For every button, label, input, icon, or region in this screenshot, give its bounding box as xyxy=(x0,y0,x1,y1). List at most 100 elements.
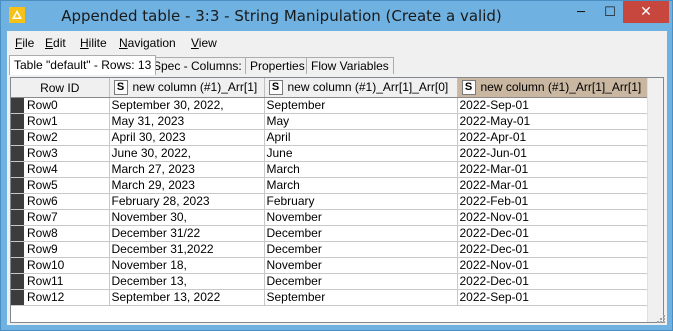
table-cell[interactable]: February 28, 2023 xyxy=(109,193,265,210)
table-cell[interactable]: December xyxy=(264,273,458,290)
row-marker xyxy=(11,258,24,273)
table-cell[interactable]: December 31,2022 xyxy=(109,241,265,258)
table-cell[interactable]: December xyxy=(264,241,458,258)
maximize-button[interactable]: ☐ xyxy=(595,1,625,23)
row-marker xyxy=(11,114,24,129)
row-marker xyxy=(11,290,24,305)
table-cell[interactable]: November xyxy=(264,209,458,226)
table-cell[interactable]: 2022-Mar-01 xyxy=(457,161,650,178)
row-marker xyxy=(11,146,24,161)
column-header-col3[interactable]: Snew column (#1)_Arr[1]_Arr[1] xyxy=(457,78,650,98)
table-row[interactable]: Row1 May 31, 2023 May 2022-May-01 xyxy=(11,113,650,130)
tab-properties[interactable]: Properties xyxy=(245,57,310,74)
column-header-row-id[interactable]: Row ID xyxy=(11,78,110,98)
table-cell[interactable]: March 27, 2023 xyxy=(109,161,265,178)
title-bar[interactable]: Appended table - 3:3 - String Manipulati… xyxy=(1,1,672,31)
table-row[interactable]: Row12 September 13, 2022 September 2022-Sep… xyxy=(11,289,650,306)
table-cell[interactable]: September xyxy=(264,97,458,114)
table-cell[interactable]: May 31, 2023 xyxy=(109,113,265,130)
window-client-area: File Edit Hilite Navigation View Table "… xyxy=(7,31,667,325)
row-id-cell: Row7 xyxy=(11,209,110,226)
menu-file[interactable]: File xyxy=(15,36,34,50)
table-cell[interactable]: 2022-Jun-01 xyxy=(457,145,650,162)
table-cell[interactable]: November xyxy=(264,257,458,274)
row-marker xyxy=(11,178,24,193)
data-table-view: Row ID Snew column (#1)_Arr[1] Snew colu… xyxy=(10,77,664,323)
tab-table-default[interactable]: Table "default" - Rows: 13 xyxy=(9,55,157,75)
row-marker xyxy=(11,194,24,209)
table-row[interactable]: Row7 November 30, November 2022-Nov-01 xyxy=(11,209,650,226)
table-row[interactable]: Row0 September 30, 2022, September 2022-Sep… xyxy=(11,97,650,114)
row-id-cell: Row0 xyxy=(11,97,110,114)
table-cell[interactable]: 2022-Dec-01 xyxy=(457,241,650,258)
tab-flow-variables[interactable]: Flow Variables xyxy=(306,57,394,74)
row-id-cell: Row12 xyxy=(11,289,110,306)
tab-bar: Table "default" - Rows: 13 Spec - Column… xyxy=(7,55,667,75)
row-id-cell: Row8 xyxy=(11,225,110,242)
table-cell[interactable]: 2022-Feb-01 xyxy=(457,193,650,210)
table-row[interactable]: Row9 December 31,2022 December 2022-Dec-01 xyxy=(11,241,650,258)
application-window: Appended table - 3:3 - String Manipulati… xyxy=(0,0,673,331)
row-marker xyxy=(11,98,24,113)
table-cell[interactable]: November 30, xyxy=(109,209,265,226)
tab-spec[interactable]: Spec - Columns: 3 xyxy=(148,57,257,74)
data-table: Row ID Snew column (#1)_Arr[1] Snew colu… xyxy=(11,78,650,306)
table-cell[interactable]: March xyxy=(264,161,458,178)
column-header-col1[interactable]: Snew column (#1)_Arr[1] xyxy=(109,78,265,98)
table-cell[interactable]: June xyxy=(264,145,458,162)
resize-grip-icon[interactable] xyxy=(655,313,665,323)
close-button[interactable]: ✕ xyxy=(623,1,669,23)
table-cell[interactable]: 2022-Nov-01 xyxy=(457,209,650,226)
table-cell[interactable]: 2022-Dec-01 xyxy=(457,225,650,242)
table-cell[interactable]: December xyxy=(264,225,458,242)
table-row[interactable]: Row11 December 13, December 2022-Dec-01 xyxy=(11,273,650,290)
string-type-icon: S xyxy=(461,80,476,96)
row-marker xyxy=(11,210,24,225)
column-header-col2[interactable]: Snew column (#1)_Arr[1]_Arr[0] xyxy=(264,78,458,98)
table-row[interactable]: Row10 November 18, November 2022-Nov-01 xyxy=(11,257,650,274)
table-cell[interactable]: February xyxy=(264,193,458,210)
table-cell[interactable]: May xyxy=(264,113,458,130)
table-row[interactable]: Row3 June 30, 2022, June 2022-Jun-01 xyxy=(11,145,650,162)
table-cell[interactable]: September 30, 2022, xyxy=(109,97,265,114)
table-row[interactable]: Row5 March 29, 2023 March 2022-Mar-01 xyxy=(11,177,650,194)
menu-bar: File Edit Hilite Navigation View xyxy=(7,31,667,53)
table-row[interactable]: Row2 April 30, 2023 April 2022-Apr-01 xyxy=(11,129,650,146)
column-header-label: new column (#1)_Arr[1] xyxy=(132,79,258,94)
row-id-cell: Row5 xyxy=(11,177,110,194)
table-cell[interactable]: November 18, xyxy=(109,257,265,274)
menu-edit[interactable]: Edit xyxy=(45,36,66,50)
table-cell[interactable]: 2022-Dec-01 xyxy=(457,273,650,290)
table-cell[interactable]: 2022-Mar-01 xyxy=(457,177,650,194)
table-cell[interactable]: April xyxy=(264,129,458,146)
row-marker xyxy=(11,130,24,145)
minimize-button[interactable]: ─ xyxy=(566,1,596,23)
menu-hilite[interactable]: Hilite xyxy=(80,36,107,50)
table-cell[interactable]: 2022-Apr-01 xyxy=(457,129,650,146)
menu-view[interactable]: View xyxy=(191,36,217,50)
window-title: Appended table - 3:3 - String Manipulati… xyxy=(61,7,502,25)
table-cell[interactable]: December 31/22 xyxy=(109,225,265,242)
table-cell[interactable]: September 13, 2022 xyxy=(109,289,265,306)
table-cell[interactable]: December 13, xyxy=(109,273,265,290)
table-row[interactable]: Row8 December 31/22 December 2022-Dec-01 xyxy=(11,225,650,242)
table-cell[interactable]: 2022-Nov-01 xyxy=(457,257,650,274)
table-cell[interactable]: June 30, 2022, xyxy=(109,145,265,162)
row-id-cell: Row3 xyxy=(11,145,110,162)
table-row[interactable]: Row6 February 28, 2023 February 2022-Feb-01 xyxy=(11,193,650,210)
table-row[interactable]: Row4 March 27, 2023 March 2022-Mar-01 xyxy=(11,161,650,178)
row-id-cell: Row11 xyxy=(11,273,110,290)
row-marker xyxy=(11,274,24,289)
row-id-cell: Row10 xyxy=(11,257,110,274)
table-cell[interactable]: 2022-Sep-01 xyxy=(457,289,650,306)
table-cell[interactable]: September xyxy=(264,289,458,306)
string-type-icon: S xyxy=(268,80,283,96)
table-cell[interactable]: March xyxy=(264,177,458,194)
table-cell[interactable]: April 30, 2023 xyxy=(109,129,265,146)
table-cell[interactable]: 2022-Sep-01 xyxy=(457,97,650,114)
table-cell[interactable]: 2022-May-01 xyxy=(457,113,650,130)
menu-navigation[interactable]: Navigation xyxy=(119,36,176,50)
row-id-cell: Row4 xyxy=(11,161,110,178)
vertical-scrollbar[interactable] xyxy=(647,78,663,322)
table-cell[interactable]: March 29, 2023 xyxy=(109,177,265,194)
